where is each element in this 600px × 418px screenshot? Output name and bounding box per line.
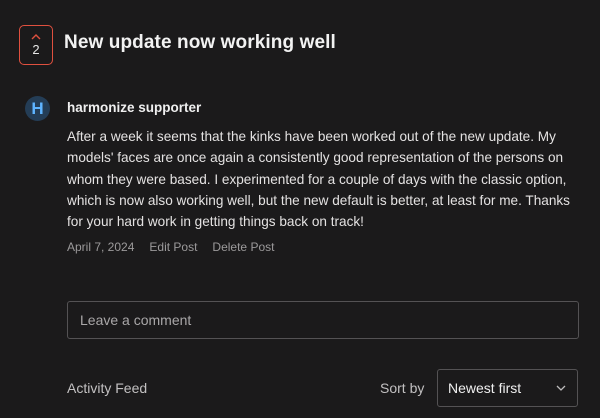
upvote-button[interactable]: 2 [19, 25, 53, 65]
avatar: H [25, 96, 50, 121]
sort-by-label: Sort by [380, 380, 425, 396]
edit-post-link[interactable]: Edit Post [149, 240, 197, 254]
chevron-down-icon [556, 385, 566, 391]
post-meta: April 7, 2024 Edit Post Delete Post [67, 240, 289, 254]
post-body: After a week it seems that the kinks hav… [67, 126, 587, 232]
chevron-up-icon [31, 33, 41, 39]
post-date: April 7, 2024 [67, 240, 135, 254]
sort-selected-value: Newest first [448, 380, 522, 396]
post-page: 2 New update now working well H harmoniz… [0, 0, 600, 418]
sort-select[interactable]: Newest first [437, 369, 578, 407]
delete-post-link[interactable]: Delete Post [212, 240, 274, 254]
vote-count: 2 [32, 41, 40, 57]
comment-input[interactable] [67, 301, 579, 339]
post-body-text: After a week it seems that the kinks hav… [67, 129, 570, 230]
post-title: New update now working well [64, 32, 336, 53]
activity-feed-label: Activity Feed [67, 380, 148, 396]
author-name: harmonize supporter [67, 100, 202, 115]
